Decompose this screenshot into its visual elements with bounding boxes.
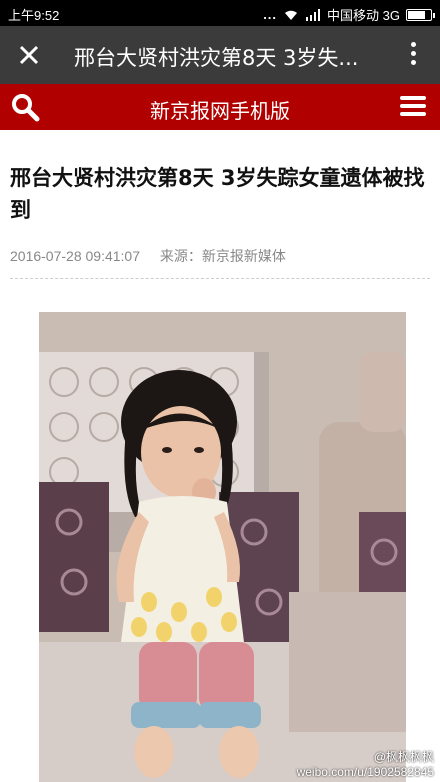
watermark-url: weibo.com/u/1902582845 [296, 765, 434, 779]
close-icon[interactable] [14, 40, 44, 70]
app-bar-title: 邢台大贤村洪灾第8天 3岁失... [74, 46, 359, 70]
article-photo[interactable] [39, 312, 406, 782]
status-bar: 上午9:52 ... 中国移动 3G [0, 0, 440, 26]
status-indicators: ... 中国移动 3G [263, 5, 435, 24]
article-source: 来源：新京报新媒体 [159, 248, 286, 264]
wifi-icon [285, 10, 298, 20]
app-bar: 邢台大贤村洪灾第8天 3岁失... [0, 26, 440, 84]
carrier-label: 中国移动 3G [327, 8, 400, 23]
article-meta: 2016-07-28 09:41:07 来源：新京报新媒体 [10, 246, 286, 266]
status-time: 上午9:52 [8, 8, 60, 23]
watermark-handle: @枫枫枫枫 [373, 750, 434, 764]
hamburger-menu-icon[interactable] [400, 96, 426, 118]
divider [10, 278, 430, 279]
article-headline: 邢台大贤村洪灾第8天 3岁失踪女童遗体被找到 [10, 166, 425, 222]
weibo-watermark: @枫枫枫枫 weibo.com/u/1902582845 [297, 748, 434, 779]
site-header: 新京报网手机版 [0, 84, 440, 130]
article-date: 2016-07-28 09:41:07 [10, 248, 140, 264]
more-vertical-icon[interactable] [408, 40, 418, 70]
notification-dots: ... [263, 7, 278, 22]
photo-of-girl [39, 312, 406, 782]
battery-icon [406, 8, 435, 21]
site-title[interactable]: 新京报网手机版 [0, 95, 440, 124]
signal-icon [306, 8, 321, 21]
